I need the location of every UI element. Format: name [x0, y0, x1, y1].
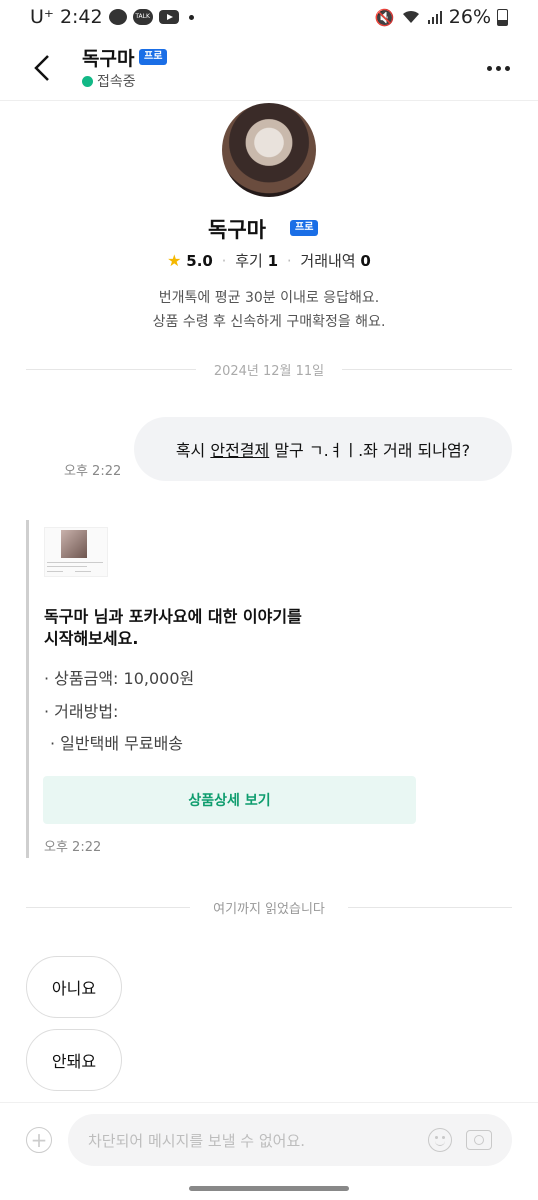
- clock: 2:42: [59, 6, 103, 28]
- battery-icon: [497, 8, 508, 26]
- card-accent-bar: [26, 520, 29, 858]
- youtube-icon: [158, 10, 179, 24]
- carrier-label: U⁺: [30, 6, 54, 28]
- date-divider: 2024년 12월 11일: [213, 364, 325, 379]
- trade-method-label: · 거래방법:: [44, 702, 119, 721]
- card-title-line1: 독구마 님과 포카사요에 대한 이야기를: [44, 607, 302, 626]
- confirm-purchase-text: 상품 수령 후 신속하게 구매확정을 해요.: [152, 314, 386, 330]
- chevron-left-icon: [34, 55, 49, 81]
- trades-label[interactable]: 거래내역: [300, 252, 355, 270]
- star-icon: ★: [167, 251, 182, 270]
- online-status: 접속중: [82, 71, 136, 91]
- status-left: U⁺ 2:42 TALK: [30, 6, 194, 28]
- more-dot-icon: [495, 65, 501, 71]
- battery-percent: 26%: [448, 6, 491, 28]
- message-time: 오후 2:22: [64, 464, 122, 479]
- message-bubble[interactable]: 혹시 안전결제 말구 ㄱ.ㅕㅣ.좌 거래 되나염?: [134, 417, 512, 481]
- status-right: 🔇 26%: [375, 6, 508, 28]
- profile-pro-badge: 프로: [290, 220, 319, 236]
- more-options-button[interactable]: [482, 54, 514, 82]
- response-time-text: 번개톡에 평균 30분 이내로 응답해요.: [158, 290, 380, 306]
- online-status-label: 접속중: [97, 74, 136, 90]
- card-time: 오후 2:22: [44, 840, 102, 855]
- profile-stats: ★ 5.0 · 후기 1 · 거래내역 0: [0, 250, 538, 271]
- quick-reply-cannot[interactable]: 안돼요: [26, 1029, 122, 1091]
- status-bar: U⁺ 2:42 TALK 🔇 26%: [0, 0, 538, 36]
- thumbnail-line: [47, 566, 87, 567]
- signal-icon: [427, 11, 442, 24]
- card-title-line2: 시작해보세요.: [44, 629, 139, 648]
- chat-header: 독구마 프로 접속중: [0, 36, 538, 101]
- add-attachment-button[interactable]: +: [26, 1127, 52, 1153]
- product-detail-button[interactable]: 상품상세 보기: [43, 776, 416, 824]
- emoji-icon[interactable]: [428, 1128, 452, 1152]
- trade-method-value: · 일반택배 무료배송: [50, 734, 184, 753]
- separator-dot: ·: [221, 252, 227, 270]
- profile-description: 번개톡에 평균 30분 이내로 응답해요. 상품 수령 후 신속하게 구매확정을…: [0, 286, 538, 334]
- read-marker: 여기까지 읽었습니다: [213, 902, 325, 917]
- thumbnail-line: [47, 571, 63, 572]
- card-title: 독구마 님과 포카사요에 대한 이야기를 시작해보세요.: [44, 606, 302, 650]
- rating-value: 5.0: [186, 252, 213, 270]
- camera-icon[interactable]: [466, 1130, 492, 1150]
- header-title: 독구마: [82, 48, 135, 70]
- product-thumbnail[interactable]: [44, 527, 108, 577]
- product-image: [61, 530, 87, 558]
- wifi-icon: [402, 10, 419, 23]
- message-text-prefix: 혹시: [175, 441, 211, 460]
- more-dot-icon: [504, 65, 510, 71]
- thumbnail-line: [75, 571, 91, 572]
- product-price: · 상품금액: 10,000원: [44, 669, 195, 688]
- back-button[interactable]: [28, 52, 56, 84]
- reviews-count: 1: [267, 252, 279, 270]
- quick-reply-no[interactable]: 아니요: [26, 956, 122, 1018]
- thumbnail-line: [47, 562, 103, 563]
- separator-dot: ·: [286, 252, 292, 270]
- mute-icon: 🔇: [374, 7, 395, 27]
- chat-app-icon: [108, 9, 127, 25]
- home-indicator[interactable]: [189, 1186, 349, 1191]
- kakaotalk-icon: TALK: [132, 9, 153, 25]
- online-dot-icon: [82, 75, 93, 87]
- message-text-suffix: 말구 ㄱ.ㅕㅣ.좌 거래 되나염?: [269, 441, 471, 460]
- more-dot-icon: [486, 65, 492, 71]
- reviews-label[interactable]: 후기: [235, 252, 263, 270]
- safe-payment-link[interactable]: 안전결제: [210, 437, 269, 461]
- profile-name-text: 독구마: [208, 218, 266, 242]
- message-input-placeholder: 차단되어 메시지를 보낼 수 없어요.: [88, 1132, 306, 1150]
- trades-count: 0: [360, 252, 371, 270]
- profile-name: 독구마: [0, 214, 538, 244]
- more-notifications-dot-icon: [188, 14, 194, 20]
- pro-badge: 프로: [139, 49, 168, 65]
- avatar[interactable]: [222, 103, 316, 197]
